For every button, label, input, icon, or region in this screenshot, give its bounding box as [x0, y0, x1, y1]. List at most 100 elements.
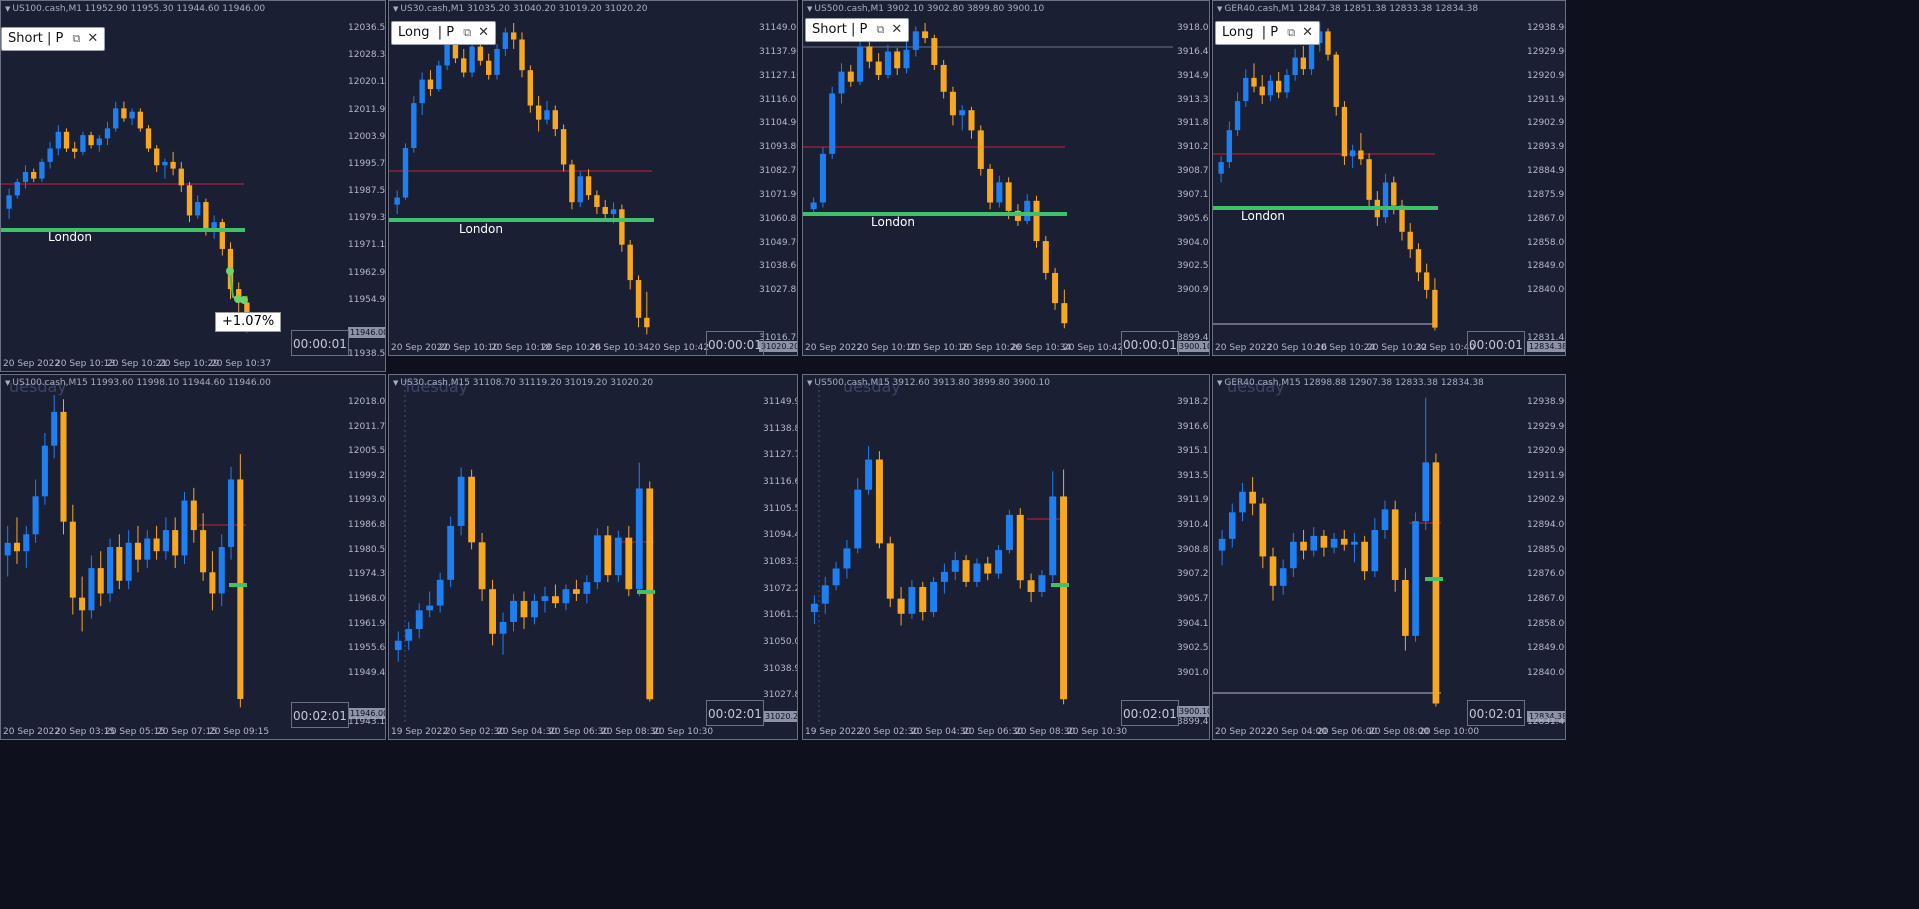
candle-body	[80, 135, 86, 152]
chart-window-ger40-m15[interactable]: uesday ▼ GER40.cash,M15 12898.88 12907.38…	[1212, 374, 1566, 740]
candlestick-chart[interactable]	[1, 375, 386, 740]
trade-control-short[interactable]: Short | P ⧉ ✕	[1, 27, 106, 51]
chart-window-us30-m1[interactable]: ▼ US30.cash,M1 31035.20 31040.20 31019.20…	[388, 0, 798, 356]
trade-direction-label: Short	[8, 31, 43, 46]
candle-group	[4, 395, 244, 708]
candle-body	[594, 195, 600, 207]
candle-body	[1218, 162, 1224, 174]
popout-icon[interactable]: ⧉	[73, 32, 81, 45]
price-tick-label: 11999.25	[348, 470, 386, 481]
close-icon[interactable]: ✕	[891, 22, 902, 37]
candle-body	[144, 538, 151, 560]
close-icon[interactable]: ✕	[478, 25, 489, 40]
candle-body	[527, 70, 534, 106]
panel-p-label: P	[55, 31, 64, 46]
candlestick-chart[interactable]	[1, 1, 386, 372]
candlestick-chart[interactable]	[803, 375, 1210, 740]
price-tick-label: 12920.90	[1527, 446, 1566, 457]
candle-body	[218, 546, 225, 594]
price-tick-label: 11955.60	[348, 643, 386, 654]
chart-window-us30-m15[interactable]: Tuesday ▼ US30.cash,M15 31108.70 31119.20…	[388, 374, 798, 740]
candle-body	[897, 598, 905, 614]
price-axis: 12018.00 12011.70 12005.50 11999.25 11993.00…	[344, 375, 386, 739]
candle-body	[1292, 57, 1298, 75]
trade-control-long[interactable]: Long | P ⧉ ✕	[1215, 21, 1320, 45]
close-icon[interactable]: ✕	[1302, 25, 1313, 40]
candlestick-chart[interactable]	[389, 1, 798, 356]
popout-icon[interactable]: ⧉	[877, 23, 885, 36]
candle-body	[1061, 303, 1068, 324]
candle-body	[560, 129, 567, 165]
candle-body	[1033, 200, 1040, 242]
price-tick-label: 31049.70	[759, 237, 798, 248]
candle-body	[510, 32, 517, 40]
price-tick-label: 12911.90	[1527, 94, 1566, 105]
price-tick-label: 3911.80	[1177, 118, 1209, 129]
candle-body	[894, 51, 901, 69]
trade-marker[interactable]	[240, 296, 248, 304]
candle-body	[1391, 509, 1399, 580]
price-axis: 31149.00 31137.90 31127.10 31116.00 31104.90…	[755, 1, 798, 355]
candle-body	[415, 610, 423, 630]
candle-body	[47, 148, 53, 162]
candle-body	[494, 48, 500, 75]
countdown-timer: 00:00:01	[291, 330, 349, 356]
chart-window-us100-m1[interactable]: ▼ US100.cash,M1 11952.90 11955.30 11944.6…	[0, 0, 386, 372]
candle-body	[1060, 496, 1068, 700]
candle-body	[22, 171, 29, 182]
time-tick-label: 20 Sep 10:42	[649, 343, 710, 353]
candle-body	[610, 209, 617, 215]
trade-control-short[interactable]: Short | P ⧉ ✕	[805, 18, 910, 42]
candle-body	[552, 110, 558, 130]
candle-body	[63, 131, 70, 149]
price-tick-label: 3900.10	[1177, 706, 1209, 717]
candle-body	[1279, 568, 1287, 586]
candlestick-chart[interactable]	[803, 1, 1210, 356]
price-tick-label: 11995.70	[348, 158, 386, 169]
panel-p-label: P	[446, 25, 455, 40]
price-tick-label: 12885.00	[1527, 544, 1566, 555]
candle-body	[614, 537, 622, 576]
candle-body	[912, 31, 919, 50]
price-axis: 12938.90 12929.90 12920.90 12911.90 12902.95…	[1523, 1, 1566, 355]
price-tick-label: 31071.90	[759, 189, 798, 200]
price-tick-label: 3902.55	[1177, 643, 1209, 654]
price-tick-label: 11961.90	[348, 618, 386, 629]
candle-body	[137, 111, 143, 129]
trade-control-long[interactable]: Long | P ⧉ ✕	[391, 21, 496, 45]
candle-body	[116, 546, 123, 581]
price-tick-label: 12840.00	[1527, 285, 1566, 296]
candlestick-chart[interactable]	[389, 375, 798, 740]
chart-window-us100-m15[interactable]: uesday ▼ US100.cash,M15 11993.60 11998.10…	[0, 374, 386, 740]
candle-group	[1218, 22, 1438, 331]
price-axis: 12036.50 12028.30 12020.10 12011.90 12003.90…	[344, 1, 386, 371]
price-tick-label: 3907.25	[1177, 569, 1209, 580]
chart-window-us500-m1[interactable]: ▼ US500.cash,M1 3902.10 3902.80 3899.80 3…	[802, 0, 1210, 356]
close-icon[interactable]: ✕	[87, 31, 98, 46]
popout-icon[interactable]: ⧉	[1287, 26, 1295, 39]
candle-body	[544, 110, 550, 120]
candle-body	[237, 479, 244, 699]
trade-marker[interactable]	[226, 267, 234, 275]
popout-icon[interactable]: ⧉	[463, 26, 471, 39]
candlestick-chart[interactable]	[1213, 1, 1566, 356]
time-tick-label: 20 Sep 10:00	[1419, 727, 1480, 737]
candle-body	[552, 596, 559, 604]
candle-body	[520, 600, 528, 618]
trade-direction-label: Short	[812, 22, 847, 37]
candle-body	[1228, 512, 1236, 539]
candle-body	[535, 105, 542, 120]
candle-body	[1361, 541, 1368, 572]
candle-body	[129, 111, 135, 119]
chart-window-ger40-m1[interactable]: ▼ GER40.cash,M1 12847.38 12851.38 12833.3…	[1212, 0, 1566, 356]
countdown-timer: 00:02:01	[291, 702, 349, 728]
candle-body	[951, 560, 959, 572]
candlestick-chart[interactable]	[1213, 375, 1566, 740]
candle-body	[436, 579, 444, 606]
chart-window-us500-m15[interactable]: uesday ▼ US500.cash,M15 3912.60 3913.80 3…	[802, 374, 1210, 740]
candle-body	[635, 488, 643, 590]
price-tick-label: 11954.90	[348, 294, 386, 305]
candle-body	[394, 640, 402, 651]
candle-body	[468, 476, 476, 543]
candle-body	[1382, 182, 1389, 218]
